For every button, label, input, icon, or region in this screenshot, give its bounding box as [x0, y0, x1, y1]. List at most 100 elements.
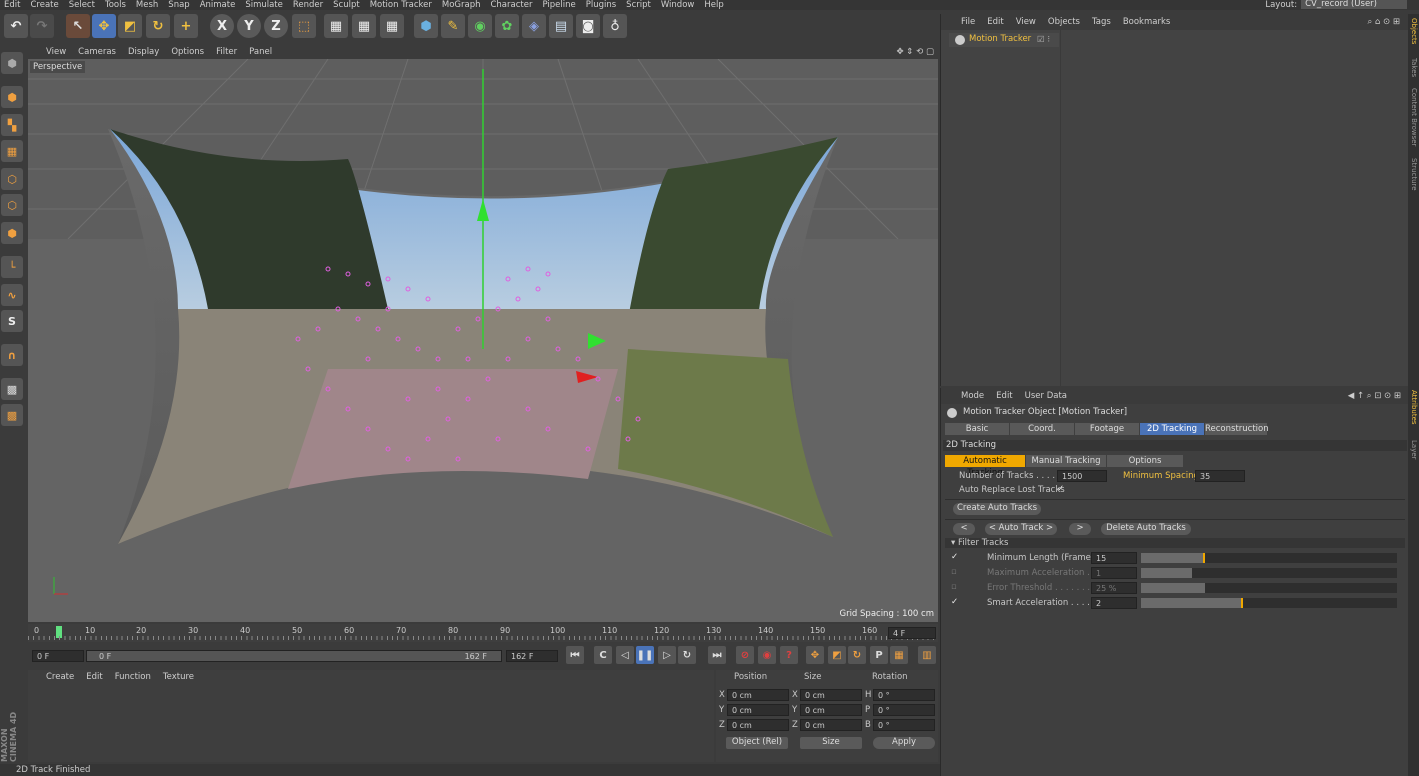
auto-track-button[interactable]: < Auto Track > — [985, 523, 1057, 535]
menu-character[interactable]: Character — [490, 0, 532, 10]
filter-checkbox-3[interactable]: ✓ — [951, 597, 958, 607]
menu-pipeline[interactable]: Pipeline — [542, 0, 575, 10]
key-rotation-icon[interactable]: ↻ — [848, 646, 866, 664]
filter-checkbox-1[interactable]: ▫ — [951, 567, 957, 577]
vp-menu-cameras[interactable]: Cameras — [78, 47, 116, 57]
material-manager[interactable]: Create Edit Function Texture — [28, 670, 714, 762]
filter-slider-1[interactable] — [1141, 568, 1397, 578]
mat-menu-texture[interactable]: Texture — [163, 672, 194, 682]
rot-b-field[interactable]: 0 ° — [873, 719, 935, 731]
render-settings-icon[interactable]: ▦ — [380, 14, 404, 38]
pos-z-field[interactable]: 0 cm — [727, 719, 789, 731]
subdivision-icon[interactable]: ◉ — [468, 14, 492, 38]
filter-value-3[interactable]: 2 — [1091, 597, 1137, 609]
workplane-icon[interactable]: ▦ — [1, 140, 23, 162]
end-frame-field[interactable]: 162 F — [506, 650, 558, 662]
redo-icon[interactable]: ↷ — [30, 14, 54, 38]
tab-basic[interactable]: Basic — [945, 423, 1009, 435]
subtab-options[interactable]: Options — [1107, 455, 1183, 467]
points-mode-icon[interactable]: ⬡ — [1, 168, 23, 190]
menu-mesh[interactable]: Mesh — [136, 0, 158, 10]
menu-simulate[interactable]: Simulate — [245, 0, 283, 10]
vp-menu-filter[interactable]: Filter — [216, 47, 237, 57]
key-parameter-icon[interactable]: P — [870, 646, 888, 664]
z-axis-icon[interactable]: Z — [264, 14, 288, 38]
coord-system-icon[interactable]: ⬚ — [292, 14, 316, 38]
om-menu-tags[interactable]: Tags — [1092, 17, 1111, 27]
scheme-icon[interactable]: ▥ — [918, 646, 936, 664]
om-menu-edit[interactable]: Edit — [987, 17, 1003, 27]
key-scale-icon[interactable]: ◩ — [828, 646, 846, 664]
sidetab-objects[interactable]: Objects — [1409, 18, 1418, 44]
cloner-icon[interactable]: ✿ — [495, 14, 519, 38]
filter-value-1[interactable]: 1 — [1091, 567, 1137, 579]
live-selection-icon[interactable]: ↖ — [66, 14, 90, 38]
om-toolbar-icons[interactable]: ⌕ ⌂ ⊙ ⊞ — [1367, 17, 1400, 27]
vp-menu-display[interactable]: Display — [128, 47, 159, 57]
prev-key-icon[interactable]: C — [594, 646, 612, 664]
delete-auto-tracks-button[interactable]: Delete Auto Tracks — [1101, 523, 1191, 535]
key-position-icon[interactable]: ✥ — [806, 646, 824, 664]
add-tool-icon[interactable]: + — [174, 14, 198, 38]
menu-sculpt[interactable]: Sculpt — [333, 0, 360, 10]
menu-tools[interactable]: Tools — [105, 0, 126, 10]
coord-mode-select[interactable]: Object (Rel) — [726, 737, 788, 749]
rot-p-field[interactable]: 0 ° — [873, 704, 935, 716]
menu-help[interactable]: Help — [704, 0, 723, 10]
menu-window[interactable]: Window — [661, 0, 695, 10]
menu-plugins[interactable]: Plugins — [586, 0, 616, 10]
vp-menu-panel[interactable]: Panel — [249, 47, 272, 57]
am-menu-user-data[interactable]: User Data — [1025, 391, 1067, 401]
sidetab-content-browser[interactable]: Content Browser — [1409, 88, 1418, 146]
subtab-manual-tracking[interactable]: Manual Tracking — [1026, 455, 1106, 467]
viewport-scene[interactable] — [28, 59, 938, 622]
tab-reconstruction[interactable]: Reconstruction — [1205, 423, 1269, 435]
render-view-icon[interactable]: ▦ — [324, 14, 348, 38]
start-frame-field[interactable]: 0 F — [32, 650, 84, 662]
vp-menu-options[interactable]: Options — [171, 47, 204, 57]
next-frame-icon[interactable]: ▷ — [658, 646, 676, 664]
axis-mode-icon[interactable]: └ — [1, 256, 23, 278]
om-menu-objects[interactable]: Objects — [1048, 17, 1080, 27]
sidetab-layer[interactable]: Layer — [1409, 440, 1418, 460]
filter-value-2[interactable]: 25 % — [1091, 582, 1137, 594]
size-mode-select[interactable]: Size — [800, 737, 862, 749]
edges-mode-icon[interactable]: ⬡ — [1, 194, 23, 216]
auto-replace-checkbox[interactable]: ✓ — [1057, 484, 1064, 494]
tweak-mode-icon[interactable]: ∿ — [1, 284, 23, 306]
menu-render[interactable]: Render — [293, 0, 323, 10]
frame-range-slider[interactable]: 0 F 162 F — [86, 650, 502, 662]
subtab-automatic-tracking[interactable]: Automatic Tracking — [945, 455, 1025, 478]
light-icon[interactable]: ♁ — [603, 14, 627, 38]
deformer-icon[interactable]: ◈ — [522, 14, 546, 38]
current-frame-field[interactable]: 4 F — [888, 627, 936, 639]
mat-menu-create[interactable]: Create — [46, 672, 74, 682]
viewport-nav-icons[interactable]: ✥ ⇕ ⟲ ▢ — [896, 47, 934, 57]
pause-icon[interactable]: ❚❚ — [636, 646, 654, 664]
tab-coord[interactable]: Coord. — [1010, 423, 1074, 435]
menu-snap[interactable]: Snap — [168, 0, 189, 10]
timeline-ruler[interactable]: 0 10 20 30 40 50 60 70 80 90 100 110 120… — [28, 624, 938, 642]
size-z-field[interactable]: 0 cm — [800, 719, 862, 731]
om-menu-bookmarks[interactable]: Bookmarks — [1123, 17, 1171, 27]
polygons-mode-icon[interactable]: ⬢ — [1, 222, 23, 244]
mat-menu-edit[interactable]: Edit — [86, 672, 102, 682]
layout-select[interactable]: CV_record (User) — [1301, 0, 1407, 9]
am-menu-edit[interactable]: Edit — [996, 391, 1012, 401]
render-picture-viewer-icon[interactable]: ▦ — [352, 14, 376, 38]
model-mode-icon[interactable]: ⬢ — [1, 86, 23, 108]
y-axis-icon[interactable]: Y — [237, 14, 261, 38]
prev-track-button[interactable]: < — [953, 523, 975, 535]
filter-tracks-header[interactable]: ▾ Filter Tracks — [945, 538, 1405, 548]
filter-value-0[interactable]: 15 — [1091, 552, 1137, 564]
keyframe-selection-icon[interactable]: ? — [780, 646, 798, 664]
pos-y-field[interactable]: 0 cm — [727, 704, 789, 716]
om-menu-view[interactable]: View — [1016, 17, 1036, 27]
menu-animate[interactable]: Animate — [200, 0, 236, 10]
filter-slider-0[interactable] — [1141, 553, 1397, 563]
filter-slider-3[interactable] — [1141, 598, 1397, 608]
move-tool-icon[interactable]: ✥ — [92, 14, 116, 38]
am-menu-mode[interactable]: Mode — [961, 391, 984, 401]
am-toolbar-icons[interactable]: ◀ ↑ ⌕ ⊡ ⊙ ⊞ — [1348, 391, 1401, 401]
size-y-field[interactable]: 0 cm — [800, 704, 862, 716]
